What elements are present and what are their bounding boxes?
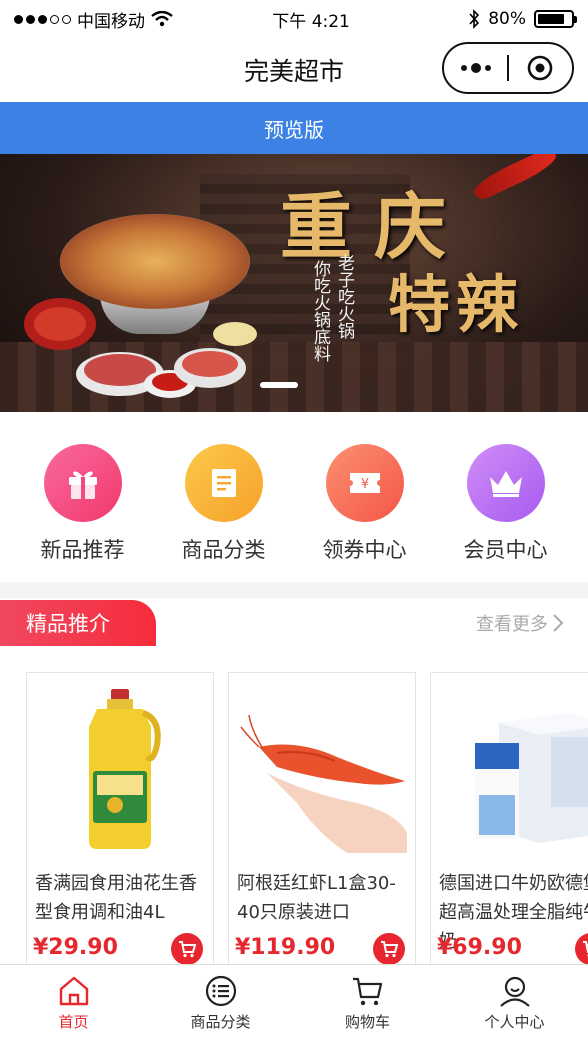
product-name: 阿根廷红虾L1盒30-40只原装进口	[237, 873, 396, 923]
more-button[interactable]	[444, 44, 507, 92]
product-carousel[interactable]: 香满园食用油花生香型食用调和油4L ¥29.90 阿根廷红虾L1盒30-40只原…	[26, 672, 588, 964]
menu-label: 新品推荐	[40, 538, 125, 562]
clock: 下午 4:21	[272, 11, 350, 32]
battery-percent: 80%	[488, 9, 526, 29]
cart-icon	[352, 977, 382, 1006]
product-card[interactable]: 香满园食用油花生香型食用调和油4L ¥29.90	[26, 672, 214, 964]
coupon-icon: ¥	[325, 444, 404, 522]
target-icon	[528, 55, 553, 81]
product-name: 香满园食用油花生香型食用调和油4L	[35, 873, 197, 923]
tab-label: 商品分类	[190, 1013, 251, 1031]
gift-icon	[43, 444, 122, 522]
menu-label: 领券中心	[322, 538, 407, 562]
product-image-shrimp	[240, 714, 407, 853]
category-icon	[205, 975, 236, 1007]
slogan-1: 老子吃火锅	[334, 254, 354, 339]
carousel-indicator	[260, 382, 298, 388]
menu-item-categories[interactable]: 商品分类	[159, 412, 289, 564]
product-image-oil	[89, 689, 161, 849]
add-to-cart-button[interactable]	[171, 933, 203, 964]
add-to-cart-button[interactable]	[373, 933, 405, 964]
carrier-label: 中国移动	[77, 11, 145, 32]
view-more-label: 查看更多	[476, 614, 548, 635]
close-button[interactable]	[509, 44, 572, 92]
hero-banner[interactable]: 重庆 特辣 老子吃火锅 你吃火锅底料	[0, 154, 588, 412]
product-price: ¥69.90	[437, 935, 522, 960]
product-price: ¥119.90	[235, 935, 336, 960]
page-title: 完美超市	[243, 57, 344, 86]
view-more-link[interactable]: 查看更多	[476, 610, 564, 636]
more-icon	[460, 63, 491, 73]
preview-banner: 预览版	[0, 102, 588, 154]
product-price: ¥29.90	[33, 935, 118, 960]
tab-bar: 首页 商品分类 购物车 个人中心	[0, 964, 588, 1044]
slogan-2: 你吃火锅底料	[310, 260, 330, 362]
tab-categories[interactable]: 商品分类	[147, 965, 294, 1044]
product-card[interactable]: 德国进口牛奶欧德堡超高温处理全脂纯牛奶 ¥69.90	[430, 672, 588, 964]
tab-cart[interactable]: 购物车	[294, 965, 441, 1044]
food-plates-image	[24, 298, 257, 398]
tab-label: 首页	[58, 1013, 89, 1031]
tab-label: 购物车	[344, 1013, 390, 1031]
featured-tag: 精品推介	[0, 600, 156, 646]
tab-profile[interactable]: 个人中心	[441, 965, 588, 1044]
document-icon	[184, 444, 263, 522]
signal-icon	[14, 14, 71, 24]
cart-icon	[583, 941, 588, 957]
svg-text:¥: ¥	[360, 477, 368, 492]
status-bar: 中国移动 下午 4:21 80%	[0, 0, 588, 38]
menu-label: 会员中心	[463, 538, 548, 562]
product-card[interactable]: 阿根廷红虾L1盒30-40只原装进口 ¥119.90	[228, 672, 416, 964]
product-image-milk	[475, 713, 588, 843]
mini-program-capsule	[442, 42, 574, 94]
headline-2: 特辣	[388, 268, 525, 341]
crown-icon	[466, 444, 545, 522]
bluetooth-icon	[469, 9, 480, 29]
wifi-icon	[151, 11, 173, 27]
battery-icon	[534, 10, 577, 28]
menu-item-new-products[interactable]: 新品推荐	[18, 412, 148, 564]
home-icon	[59, 976, 88, 1006]
user-icon	[499, 976, 530, 1007]
tab-label: 个人中心	[484, 1013, 545, 1031]
cart-icon	[381, 941, 399, 958]
cart-icon	[179, 941, 197, 958]
chevron-right-icon	[553, 614, 564, 632]
quick-menu: 新品推荐 商品分类 ¥ 领券中心 会员中心	[0, 412, 588, 582]
tab-home[interactable]: 首页	[0, 965, 147, 1044]
featured-header: 精品推介 查看更多	[0, 598, 588, 648]
menu-item-membership[interactable]: 会员中心	[441, 412, 571, 564]
section-divider	[0, 582, 588, 598]
navigation-bar: 完美超市	[0, 38, 588, 102]
menu-label: 商品分类	[181, 538, 266, 562]
menu-item-coupons[interactable]: ¥ 领券中心	[300, 412, 430, 564]
chili-decoration	[469, 154, 561, 203]
